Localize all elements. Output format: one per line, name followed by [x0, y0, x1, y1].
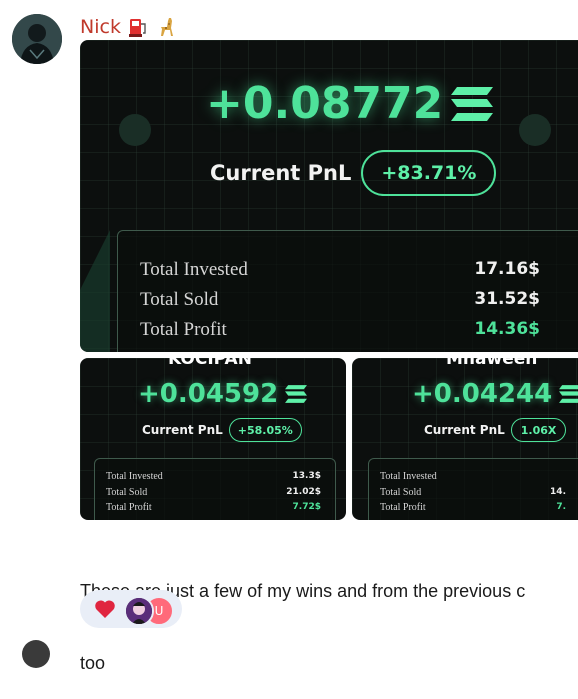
stat-value: 13.3$	[292, 471, 321, 481]
next-message-avatar[interactable]	[22, 640, 50, 668]
main-pnl-label: Current PnL	[210, 161, 352, 185]
stat-value: 14.	[550, 487, 566, 497]
left-card-title: KOCIPAN	[168, 358, 252, 369]
pnl-card-main[interactable]: +0.08772 Current PnL +83.71% Total Inves…	[80, 40, 578, 352]
stat-label: Total Profit	[140, 319, 227, 340]
stat-row-sold: Total Sold 14.	[369, 487, 578, 498]
left-pnl-row: Current PnL +58.05%	[142, 418, 302, 442]
sender-avatar[interactable]	[12, 14, 62, 64]
right-pnl-badge: 1.06X	[510, 418, 567, 442]
stat-row-invested: Total Invested 13.3$	[95, 471, 335, 482]
solana-icon	[559, 385, 578, 403]
stat-label: Total Invested	[140, 259, 248, 280]
sender-header: Nick	[80, 14, 177, 40]
stat-row-invested: Total Invested 17.16$	[118, 259, 578, 281]
pnl-card-left[interactable]: KOCIPAN +0.04592 Current PnL +58.05% Tot…	[80, 358, 346, 520]
stat-value: 7.72$	[292, 502, 321, 512]
stat-row-profit: Total Profit 7.72$	[95, 502, 335, 513]
giraffe-icon	[155, 16, 177, 38]
stat-value: 17.16$	[474, 259, 540, 279]
solana-icon	[451, 86, 494, 121]
stat-value: 21.02$	[286, 487, 321, 497]
left-pnl-badge: +58.05%	[228, 418, 302, 442]
stat-row-profit: Total Profit 14.36$	[118, 319, 578, 341]
reactor-initial: U	[154, 604, 164, 618]
stat-row-sold: Total Sold 31.52$	[118, 289, 578, 311]
left-stats-box: Total Invested 13.3$ Total Sold 21.02$ T…	[94, 458, 336, 520]
main-stats-box: Total Invested 17.16$ Total Sold 31.52$ …	[117, 230, 578, 352]
stat-row-profit: Total Profit 7.	[369, 502, 578, 513]
main-profit-amount: +0.08772	[206, 78, 495, 129]
stat-value: 14.36$	[474, 319, 540, 339]
solana-icon	[285, 385, 308, 403]
left-pnl-label: Current PnL	[142, 423, 223, 437]
main-pnl-row: Current PnL +83.71%	[210, 150, 497, 196]
right-profit-amount: +0.04244	[412, 379, 578, 409]
stat-label: Total Invested	[106, 471, 163, 482]
pnl-card-right[interactable]: Mhaween +0.04244 Current PnL 1.06X Total…	[352, 358, 578, 520]
main-pnl-badge: +83.71%	[361, 150, 497, 196]
stat-label: Total Sold	[106, 487, 148, 498]
stat-row-invested: Total Invested	[369, 471, 578, 482]
stat-label: Total Profit	[106, 502, 152, 513]
fuel-pump-icon	[127, 16, 149, 38]
heart-icon	[95, 600, 115, 618]
stat-label: Total Sold	[380, 487, 422, 498]
reactor-avatar	[124, 596, 154, 626]
stat-label: Total Profit	[380, 502, 426, 513]
right-stats-box: Total Invested Total Sold 14. Total Prof…	[368, 458, 578, 520]
caption-line-2: too	[80, 653, 106, 673]
main-amount-value: +0.08772	[206, 78, 444, 129]
sender-name[interactable]: Nick	[80, 16, 121, 38]
left-amount-value: +0.04592	[138, 379, 279, 409]
right-pnl-label: Current PnL	[424, 423, 505, 437]
right-amount-value: +0.04244	[412, 379, 553, 409]
stat-value: 31.52$	[474, 289, 540, 309]
stat-label: Total Invested	[380, 471, 437, 482]
right-card-title: Mhaween	[446, 358, 538, 369]
reaction-chip[interactable]: U	[80, 590, 182, 628]
stat-row-sold: Total Sold 21.02$	[95, 487, 335, 498]
left-profit-amount: +0.04592	[138, 379, 308, 409]
right-pnl-row: Current PnL 1.06X	[424, 418, 567, 442]
stat-value: 7.	[556, 502, 566, 512]
stat-label: Total Sold	[140, 289, 219, 310]
